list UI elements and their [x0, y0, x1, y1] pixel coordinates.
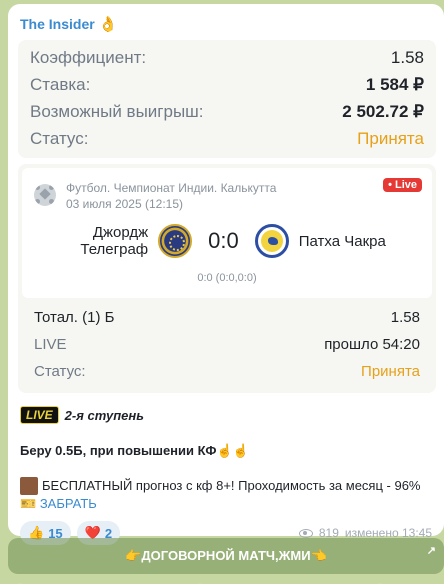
- payout-row: Возможный выигрыш: 2 502.72 ₽: [30, 98, 424, 125]
- sender-name[interactable]: The Insider 👌: [20, 14, 432, 34]
- match-date: 03 июля 2025 (12:15): [66, 197, 184, 211]
- ticket-emoji: 🎫: [20, 496, 37, 511]
- claim-link[interactable]: ЗАБРАТЬ: [40, 496, 97, 511]
- market-label: Тотал. (1) Б: [34, 309, 115, 326]
- message-bubble: The Insider 👌 Коэффициент: 1.58 Ставка: …: [8, 4, 444, 545]
- status-row: Статус: Принята: [30, 125, 424, 152]
- match-stats: Тотал. (1) Б 1.58 LIVE прошло 54:20 Стат…: [22, 298, 432, 389]
- message-text: LIVE 2-я ступень Беру 0.5Б, при повышени…: [20, 405, 432, 513]
- market-odds: 1.58: [390, 309, 420, 326]
- payout-label: Возможный выигрыш:: [30, 101, 204, 121]
- teams-row: Джордж Телеграф 0:0 Патха Чакра: [34, 224, 420, 258]
- step-line: LIVE 2-я ступень: [20, 405, 432, 425]
- ok-hand-emoji: 👌: [98, 16, 118, 33]
- payout-value: 2 502.72 ₽: [342, 101, 424, 121]
- league-line: Футбол. Чемпионат Индии. Калькутта 03 ию…: [34, 180, 420, 212]
- away-team-logo-icon: [254, 224, 289, 258]
- promo-block: БЕСПЛАТНЫЙ прогноз с кф 8+! Проходимость…: [20, 477, 432, 513]
- away-team-name: Патха Чакра: [298, 232, 386, 250]
- odds-row: Коэффициент: 1.58: [30, 44, 424, 71]
- status-label: Статус:: [30, 128, 89, 148]
- odds-label: Коэффициент:: [30, 47, 147, 67]
- elapsed-time: прошло 54:20: [324, 336, 420, 353]
- market-row: Тотал. (1) Б 1.58: [34, 304, 420, 331]
- odds-value: 1.58: [390, 47, 424, 67]
- league-name: Футбол. Чемпионат Индии. Калькутта: [66, 181, 277, 195]
- home-team-text: Джордж Телеграф: [80, 224, 149, 258]
- promo-link-line: 🎫 ЗАБРАТЬ: [20, 495, 432, 513]
- promo-avatar-icon: [20, 477, 38, 495]
- eye-icon: [298, 528, 313, 538]
- match-card: Футбол. Чемпионат Индии. Калькутта 03 ию…: [18, 164, 436, 393]
- cta-label: 👉ДОГОВОРНОЙ МАТЧ,ЖМИ👈: [125, 548, 327, 563]
- stake-label: Ставка:: [30, 74, 91, 94]
- live-label: LIVE: [34, 336, 67, 353]
- home-team-name: Джордж Телеграф: [68, 224, 148, 258]
- match-status-label: Статус:: [34, 363, 86, 380]
- match-header: Футбол. Чемпионат Индии. Калькутта 03 ию…: [22, 168, 432, 298]
- sender-name-text: The Insider: [20, 16, 95, 32]
- inline-button-cta[interactable]: 👉ДОГОВОРНОЙ МАТЧ,ЖМИ👈 ↗: [8, 538, 444, 574]
- match-status-row: Статус: Принята: [34, 358, 420, 385]
- promo-text: БЕСПЛАТНЫЙ прогноз с кф 8+! Проходимость…: [42, 478, 421, 493]
- football-icon: [34, 184, 56, 206]
- match-score: 0:0: [208, 228, 239, 253]
- home-team-logo-icon: [158, 224, 193, 258]
- stake-row: Ставка: 1 584 ₽: [30, 71, 424, 98]
- bet-summary-card: Коэффициент: 1.58 Ставка: 1 584 ₽ Возмож…: [18, 40, 436, 158]
- stake-value: 1 584 ₽: [365, 74, 424, 94]
- live-badge: • Live: [383, 178, 422, 192]
- match-status-value: Принята: [361, 363, 420, 380]
- period-score: 0:0 (0:0,0:0): [197, 272, 257, 284]
- live-time-row: LIVE прошло 54:20: [34, 331, 420, 358]
- status-value: Принята: [357, 128, 424, 148]
- external-link-icon: ↗: [426, 545, 436, 557]
- step-text: 2-я ступень: [64, 407, 144, 423]
- take-text: Беру 0.5Б, при повышении КФ☝️☝️: [20, 443, 249, 458]
- live-logo-icon: LIVE: [20, 406, 59, 424]
